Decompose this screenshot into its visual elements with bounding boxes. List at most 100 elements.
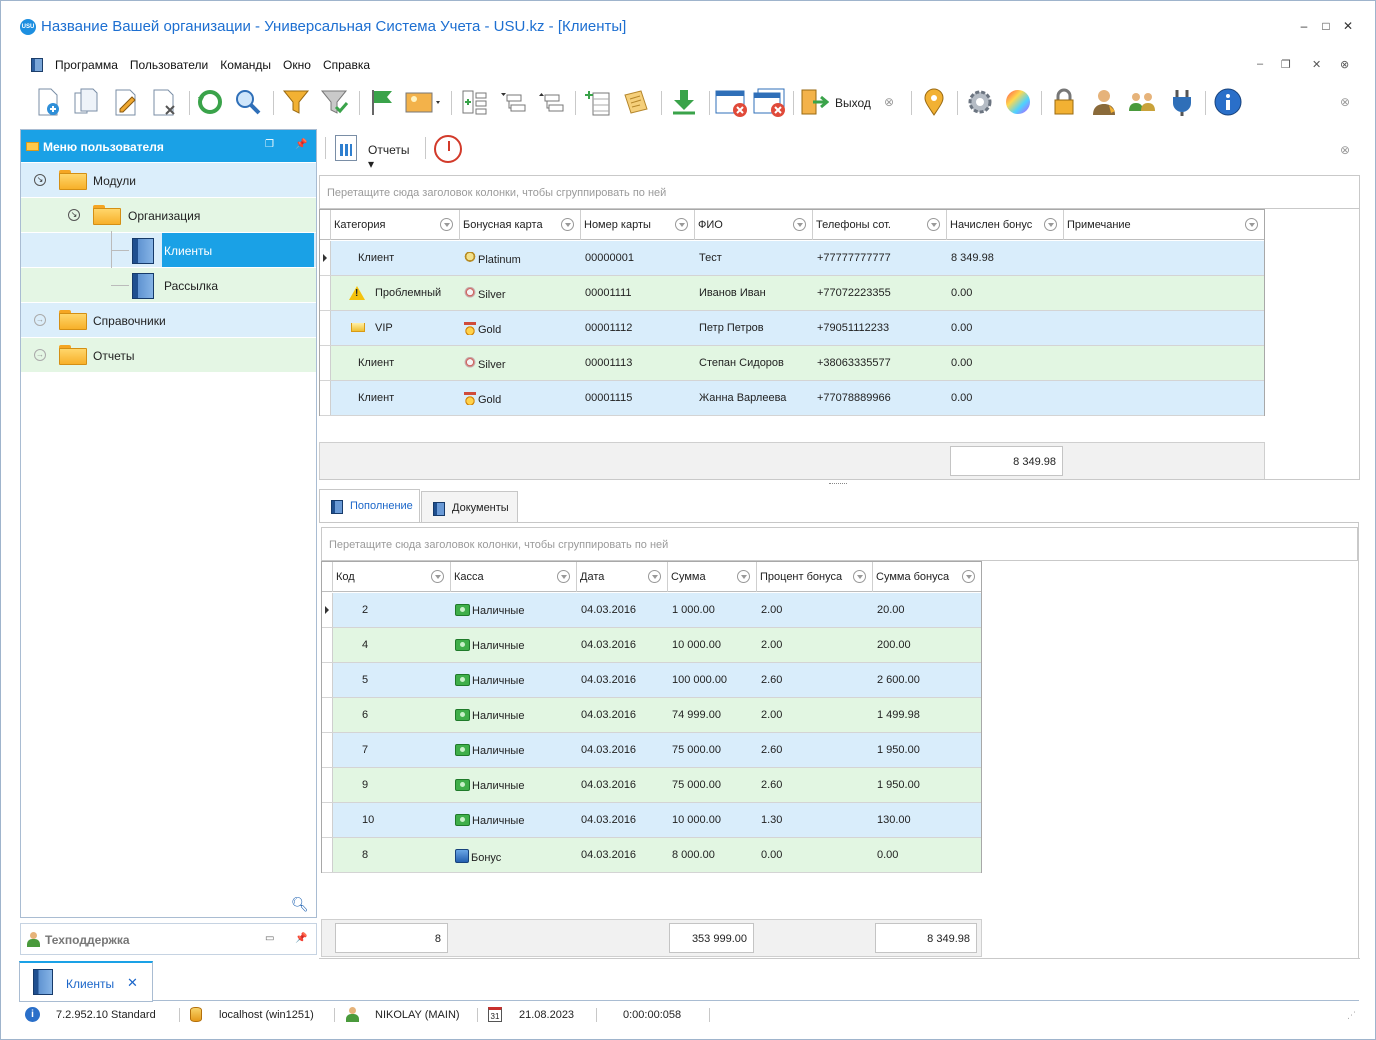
- cell-cashbox[interactable]: Наличные: [451, 733, 577, 768]
- row-indicator[interactable]: [322, 838, 333, 872]
- search-icon[interactable]: 🔍︎: [291, 896, 309, 913]
- column-header-bonus[interactable]: Начислен бонус: [947, 210, 1064, 240]
- cell-phone[interactable]: +77777777777: [813, 241, 947, 276]
- mdi-restore-button[interactable]: ❐: [1281, 58, 1291, 71]
- cell-bonus[interactable]: 0.00: [947, 381, 1064, 416]
- column-header-bonus-percent[interactable]: Процент бонуса: [757, 562, 873, 592]
- menu-options-icon[interactable]: ⊗: [1340, 58, 1349, 71]
- subtoolbar-options-icon[interactable]: ⊗: [1340, 143, 1350, 157]
- toolbar-options-icon[interactable]: ⊗: [1340, 95, 1350, 109]
- cell-note[interactable]: [1064, 311, 1264, 346]
- cell-bonus-sum[interactable]: 130.00: [873, 803, 981, 838]
- exit-icon[interactable]: [799, 87, 829, 117]
- cell-code[interactable]: 6: [333, 698, 451, 733]
- cell-amount[interactable]: 75 000.00: [668, 733, 757, 768]
- cell-date[interactable]: 04.03.2016: [577, 803, 668, 838]
- flag-icon[interactable]: [367, 87, 397, 117]
- resize-grip[interactable]: ⋰: [1347, 1010, 1356, 1021]
- cell-bonus-sum[interactable]: 1 499.98: [873, 698, 981, 733]
- cell-amount[interactable]: 100 000.00: [668, 663, 757, 698]
- pin-panel-icon[interactable]: 📌: [295, 139, 307, 150]
- cell-bonus-percent[interactable]: 1.30: [757, 803, 873, 838]
- cell-full-name[interactable]: Жанна Варлеева: [695, 381, 813, 416]
- cell-date[interactable]: 04.03.2016: [577, 768, 668, 803]
- cell-bonus-card[interactable]: Silver: [460, 276, 581, 311]
- menu-users[interactable]: Пользователи: [124, 58, 214, 72]
- column-header-date[interactable]: Дата: [577, 562, 668, 592]
- cell-phone[interactable]: +38063335577: [813, 346, 947, 381]
- copy-icon[interactable]: [71, 87, 101, 117]
- cell-bonus-card[interactable]: Platinum: [460, 241, 581, 276]
- minimize-button[interactable]: –: [1297, 19, 1311, 33]
- reports-dropdown[interactable]: Отчеты ▾: [368, 143, 409, 171]
- filter-icon[interactable]: [557, 570, 570, 583]
- add-icon[interactable]: [33, 87, 63, 117]
- row-indicator[interactable]: [320, 311, 331, 345]
- cell-full-name[interactable]: Степан Сидоров: [695, 346, 813, 381]
- image-icon[interactable]: [405, 87, 443, 117]
- map-pin-icon[interactable]: [919, 87, 949, 117]
- cell-bonus-sum[interactable]: 0.00: [873, 838, 981, 873]
- plugin-icon[interactable]: [1167, 87, 1197, 117]
- expand-tree-icon[interactable]: [459, 87, 489, 117]
- filter-icon[interactable]: [853, 570, 866, 583]
- filter-icon[interactable]: [561, 218, 574, 231]
- lock-icon[interactable]: [1049, 87, 1079, 117]
- column-header-bonus-sum[interactable]: Сумма бонуса: [873, 562, 981, 592]
- cell-card-number[interactable]: 00001111: [581, 276, 695, 311]
- tree-up-icon[interactable]: [535, 87, 565, 117]
- menu-help[interactable]: Справка: [317, 58, 376, 72]
- mdi-minimize-button[interactable]: –: [1257, 58, 1263, 70]
- close-window-icon[interactable]: [715, 87, 749, 117]
- edit-icon[interactable]: [111, 87, 141, 117]
- float-panel-icon[interactable]: ❐: [265, 139, 274, 150]
- column-header-cashbox[interactable]: Касса: [451, 562, 577, 592]
- table-row[interactable]: 8 Бонус 04.03.2016 8 000.00 0.00 0.00: [322, 838, 981, 873]
- cell-bonus-sum[interactable]: 200.00: [873, 628, 981, 663]
- table-row[interactable]: 4 Наличные 04.03.2016 10 000.00 2.00 200.00: [322, 628, 981, 663]
- cell-cashbox[interactable]: Наличные: [451, 768, 577, 803]
- filter-icon[interactable]: [927, 218, 940, 231]
- tree-item-organization[interactable]: ↘ Организация: [21, 198, 316, 232]
- collapse-icon[interactable]: ↘: [34, 174, 46, 186]
- cell-bonus-percent[interactable]: 2.60: [757, 663, 873, 698]
- maximize-button[interactable]: □: [1319, 19, 1333, 33]
- table-row[interactable]: Клиент Gold 00001115 Жанна Варлеева +7707888…: [320, 381, 1264, 416]
- mdi-close-button[interactable]: ✕: [1312, 58, 1321, 71]
- row-indicator[interactable]: [320, 381, 331, 415]
- table-row[interactable]: 5 Наличные 04.03.2016 100 000.00 2.60 2 600.0…: [322, 663, 981, 698]
- cell-code[interactable]: 2: [333, 593, 451, 628]
- filter-icon[interactable]: [281, 87, 311, 117]
- table-row[interactable]: Клиент Platinum 00000001 Тест +77777777777 8 …: [320, 241, 1264, 276]
- cell-bonus-sum[interactable]: 2 600.00: [873, 663, 981, 698]
- column-header-card-number[interactable]: Номер карты: [581, 210, 695, 240]
- cell-date[interactable]: 04.03.2016: [577, 733, 668, 768]
- column-header-amount[interactable]: Сумма: [668, 562, 757, 592]
- cell-cashbox[interactable]: Наличные: [451, 803, 577, 838]
- cell-category[interactable]: Клиент: [331, 381, 460, 416]
- cell-bonus[interactable]: 0.00: [947, 346, 1064, 381]
- tree-item-modules[interactable]: ↘ Модули: [21, 163, 316, 197]
- tab-documents[interactable]: Документы: [421, 491, 518, 523]
- cell-phone[interactable]: +79051112233: [813, 311, 947, 346]
- row-indicator[interactable]: [322, 768, 333, 802]
- expand-icon[interactable]: →: [34, 349, 46, 361]
- download-icon[interactable]: [669, 87, 699, 117]
- cell-code[interactable]: 8: [333, 838, 451, 873]
- table-row[interactable]: 10 Наличные 04.03.2016 10 000.00 1.30 130.00: [322, 803, 981, 838]
- add-row-icon[interactable]: [583, 87, 613, 117]
- cell-amount[interactable]: 10 000.00: [668, 803, 757, 838]
- cell-cashbox[interactable]: Наличные: [451, 593, 577, 628]
- users-group-icon[interactable]: [1127, 87, 1157, 117]
- menu-program[interactable]: Программа: [49, 58, 124, 72]
- cell-full-name[interactable]: Иванов Иван: [695, 276, 813, 311]
- info-icon[interactable]: [1213, 87, 1243, 117]
- cell-code[interactable]: 4: [333, 628, 451, 663]
- cell-bonus-percent[interactable]: 2.00: [757, 593, 873, 628]
- exit-options-icon[interactable]: ⊗: [884, 95, 894, 109]
- cell-code[interactable]: 10: [333, 803, 451, 838]
- cell-bonus-card[interactable]: Gold: [460, 311, 581, 346]
- row-indicator[interactable]: [322, 628, 333, 662]
- settings-gear-icon[interactable]: [965, 87, 995, 117]
- table-row[interactable]: 6 Наличные 04.03.2016 74 999.00 2.00 1 499.98: [322, 698, 981, 733]
